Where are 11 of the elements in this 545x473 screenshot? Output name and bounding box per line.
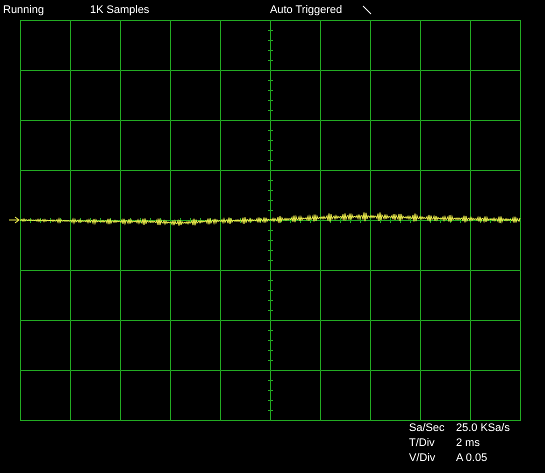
sample-count: 1K Samples xyxy=(90,4,150,16)
readout-label: T/Div xyxy=(409,437,436,450)
readout-value: 25.0 KSa/s xyxy=(456,422,510,435)
run-state: Running xyxy=(3,4,45,16)
trigger-slope-icon xyxy=(362,5,372,15)
trigger-mode: Auto Triggered xyxy=(270,4,344,16)
readout-label: V/Div xyxy=(409,452,436,465)
readout-label: Sa/Sec xyxy=(409,422,446,435)
channel-marker-icon xyxy=(8,216,20,224)
readout-value: A 0.05 xyxy=(456,452,488,465)
readout-value: 2 ms xyxy=(456,437,481,450)
